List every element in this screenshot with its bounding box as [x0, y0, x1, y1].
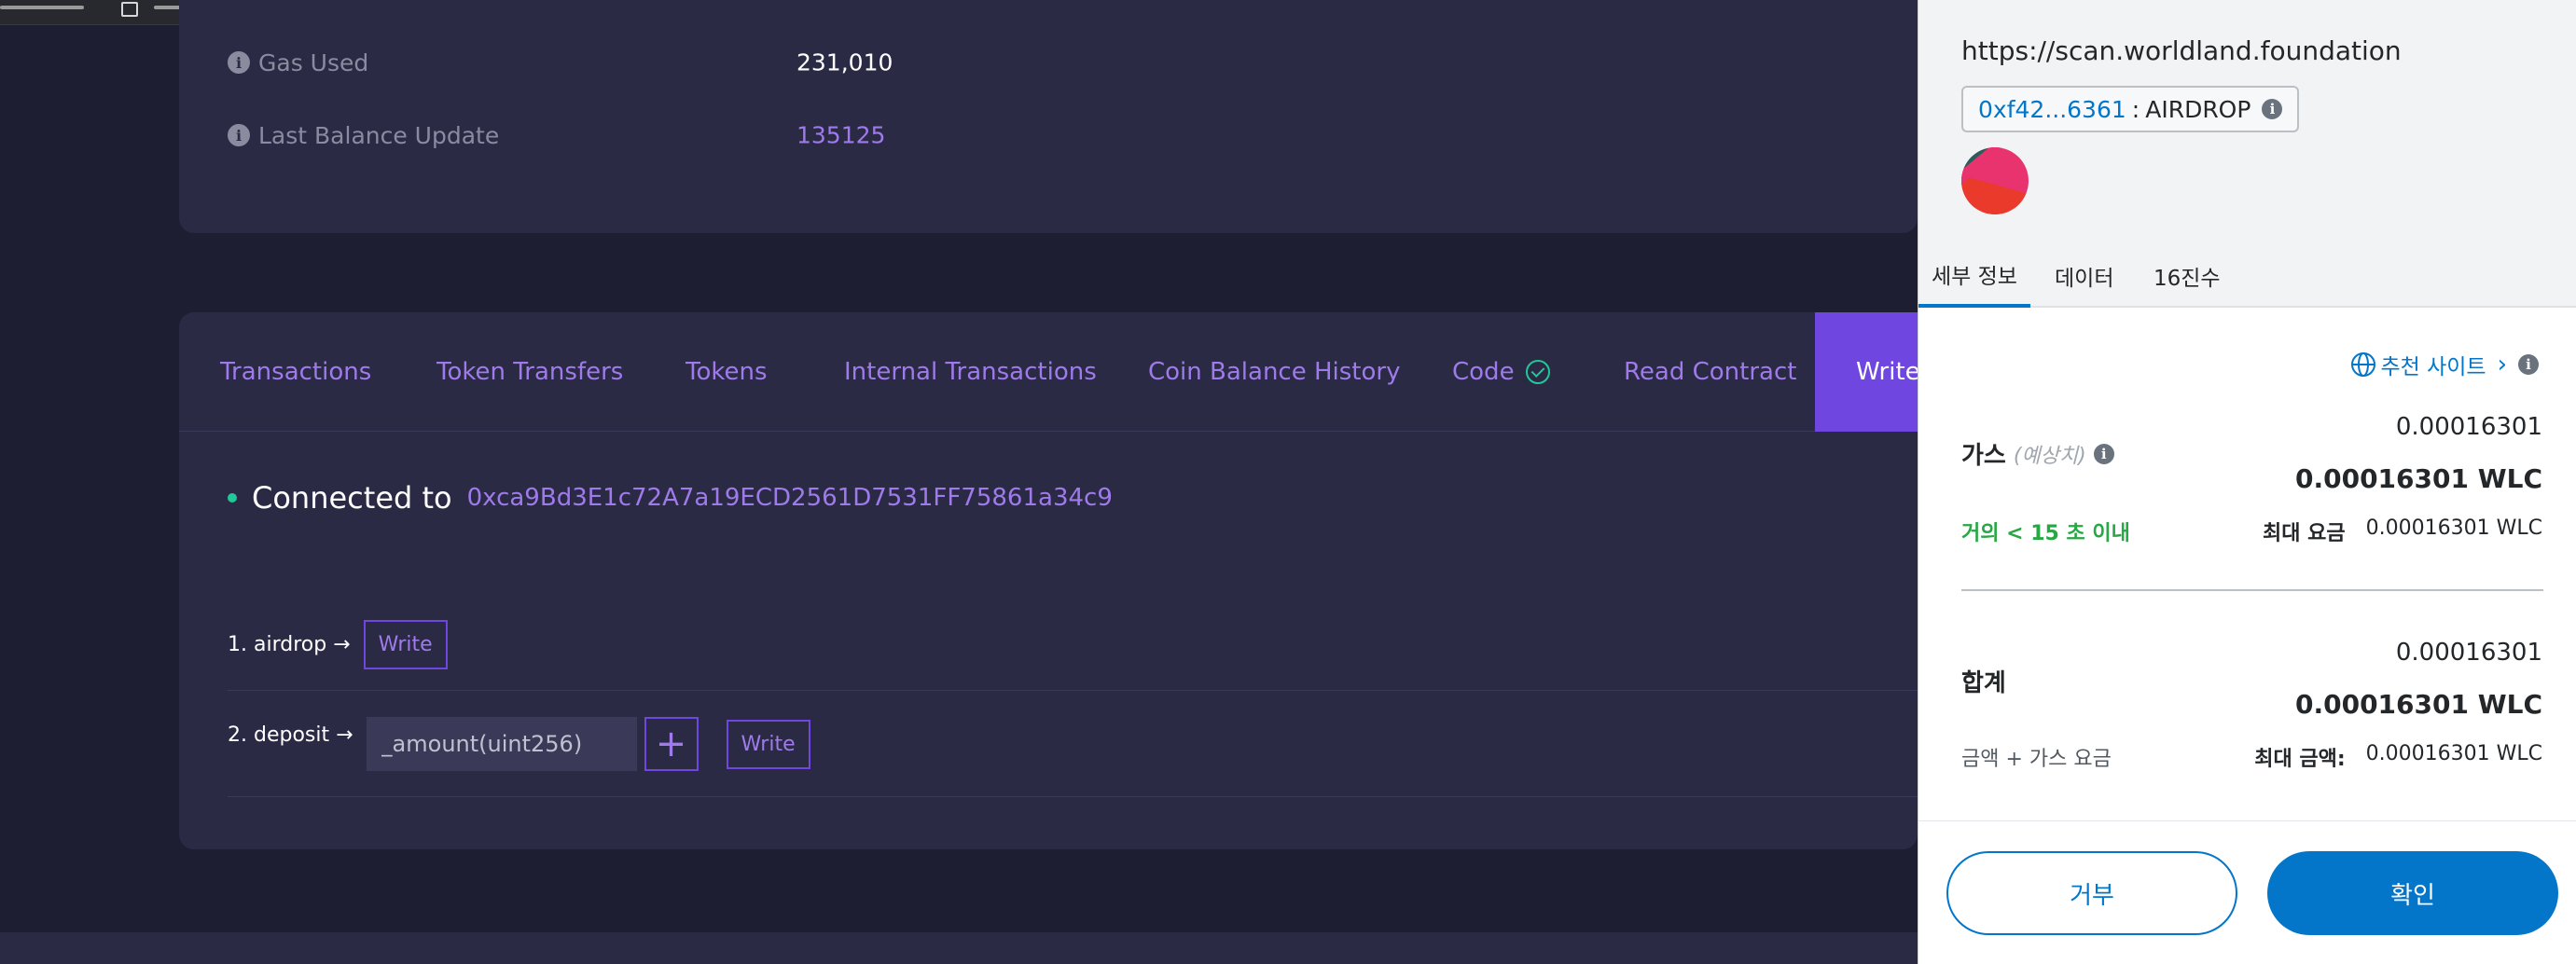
tab-label: Code — [1452, 358, 1515, 386]
connection-status: Connected to 0xca9Bd3E1c72A7a19ECD2561D7… — [228, 480, 1113, 516]
info-icon[interactable]: i — [2518, 354, 2539, 375]
contract-pill[interactable]: 0xf42...6361 : AIRDROP i — [1961, 86, 2300, 132]
max-amount-value: 0.00016301 WLC — [2365, 742, 2542, 765]
max-fee-value: 0.00016301 WLC — [2365, 516, 2542, 540]
tab-write-contract[interactable]: Write — [1815, 312, 1920, 432]
total-amount-wlc: 0.00016301 WLC — [2294, 689, 2542, 720]
connected-dot — [228, 493, 237, 503]
deposit-write-button[interactable]: Write — [726, 719, 810, 769]
last-balance-update-link[interactable]: 135125 — [796, 122, 885, 149]
total-amount: 0.00016301 — [2395, 639, 2542, 667]
method-divider — [228, 796, 1918, 797]
tab-tokens[interactable]: Tokens — [686, 312, 768, 432]
tab-label: Token Transfers — [436, 358, 624, 386]
verified-check-icon — [1525, 360, 1550, 384]
tab-label: Tokens — [686, 358, 768, 386]
gas-row-label: 가스 (예상치) i — [1961, 436, 2114, 471]
airdrop-write-button[interactable]: Write — [363, 620, 448, 669]
tab-code[interactable]: Code — [1452, 312, 1550, 432]
info-icon[interactable]: i — [228, 51, 250, 74]
panel-header: https://scan.worldland.foundation 0xf42.… — [1918, 0, 2576, 244]
reject-button[interactable]: 거부 — [1946, 851, 2237, 935]
add-field-button[interactable]: + — [644, 717, 699, 771]
gas-used-label: Gas Used — [258, 48, 369, 76]
amount-input[interactable] — [366, 717, 637, 771]
tab-token-transfers[interactable]: Token Transfers — [436, 312, 623, 432]
method-divider — [228, 690, 1918, 691]
connected-label: Connected to — [252, 480, 452, 516]
origin-url: https://scan.worldland.foundation — [1961, 35, 2402, 66]
gas-amount: 0.00016301 — [2395, 413, 2542, 441]
contract-separator: : — [2131, 95, 2140, 123]
contract-tabs: Transactions Token Transfers Tokens Inte… — [179, 312, 1920, 432]
footer-divider — [1918, 820, 2576, 821]
method-deposit: 2. deposit → + Write — [228, 717, 810, 771]
last-balance-update-row: i Last Balance Update 135125 — [228, 117, 885, 154]
max-fee-row: 최대 요금 0.00016301 WLC — [2263, 516, 2542, 546]
tab-coin-balance-history[interactable]: Coin Balance History — [1148, 312, 1401, 432]
max-amount-row: 최대 금액: 0.00016301 WLC — [2254, 742, 2542, 772]
max-amount-label: 최대 금액: — [2254, 748, 2346, 771]
info-icon[interactable]: i — [228, 124, 250, 146]
tab-label: Internal Transactions — [844, 358, 1097, 386]
tab-hex[interactable]: 16진수 — [2140, 244, 2234, 308]
tab-details[interactable]: 세부 정보 — [1918, 244, 2030, 308]
recommended-site-link[interactable]: 추천 사이트 › i — [2350, 349, 2539, 380]
gas-speed: 거의 < 15 초 이내 — [1961, 522, 2130, 545]
tab-label: 세부 정보 — [1932, 265, 2017, 289]
method-airdrop: 1. airdrop → Write — [228, 620, 448, 669]
method-label: 1. airdrop → — [228, 633, 351, 656]
total-label: 합계 — [1961, 669, 2006, 697]
section-divider — [1961, 589, 2543, 591]
tab-label: 데이터 — [2055, 267, 2114, 291]
last-balance-update-label: Last Balance Update — [258, 121, 500, 149]
tab-internal-transactions[interactable]: Internal Transactions — [844, 312, 1097, 432]
confirm-button[interactable]: 확인 — [2267, 851, 2558, 935]
globe-icon — [2351, 352, 2376, 377]
tab-label: Transactions — [220, 358, 372, 386]
tab-label: Read Contract — [1624, 358, 1797, 386]
bookmark-item[interactable] — [0, 6, 84, 9]
contract-name: AIRDROP — [2145, 95, 2251, 123]
tab-transactions[interactable]: Transactions — [220, 312, 371, 432]
tab-label: Coin Balance History — [1148, 358, 1401, 386]
info-icon[interactable]: i — [2093, 443, 2114, 464]
account-avatar — [1961, 147, 2029, 214]
tab-label: 16진수 — [2154, 267, 2221, 291]
gas-amount-wlc: 0.00016301 WLC — [2294, 463, 2542, 494]
tab-data[interactable]: 데이터 — [2042, 244, 2126, 308]
method-label: 2. deposit → — [228, 723, 353, 747]
total-sub-label: 금액 + 가스 요금 — [1961, 748, 2112, 771]
address-details-card: i Gas Used 231,010 i Last Balance Update… — [179, 0, 1918, 233]
gas-used-value: 231,010 — [796, 48, 893, 76]
bookmark-folder-icon[interactable] — [121, 2, 138, 17]
connected-address-link[interactable]: 0xca9Bd3E1c72A7a19ECD2561D7531FF75861a34… — [467, 484, 1113, 512]
gas-estimate-note: (예상치) — [2013, 444, 2086, 468]
contract-card: Transactions Token Transfers Tokens Inte… — [179, 312, 1920, 849]
gas-used-row: i Gas Used 231,010 — [228, 44, 893, 81]
tab-read-contract[interactable]: Read Contract — [1624, 312, 1796, 432]
recommended-site-label: 추천 사이트 — [2380, 355, 2486, 379]
chevron-right-icon: › — [2497, 351, 2507, 379]
tab-label: Write — [1856, 358, 1920, 386]
wallet-confirmation-panel: https://scan.worldland.foundation 0xf42.… — [1918, 0, 2576, 964]
panel-tabs: 세부 정보 데이터 16진수 — [1918, 244, 2576, 308]
max-fee-label: 최대 요금 — [2263, 522, 2346, 545]
gas-label: 가스 — [1961, 442, 2006, 470]
contract-address[interactable]: 0xf42...6361 — [1978, 96, 2126, 123]
info-icon[interactable]: i — [2262, 99, 2283, 119]
footer-band — [0, 932, 1918, 964]
